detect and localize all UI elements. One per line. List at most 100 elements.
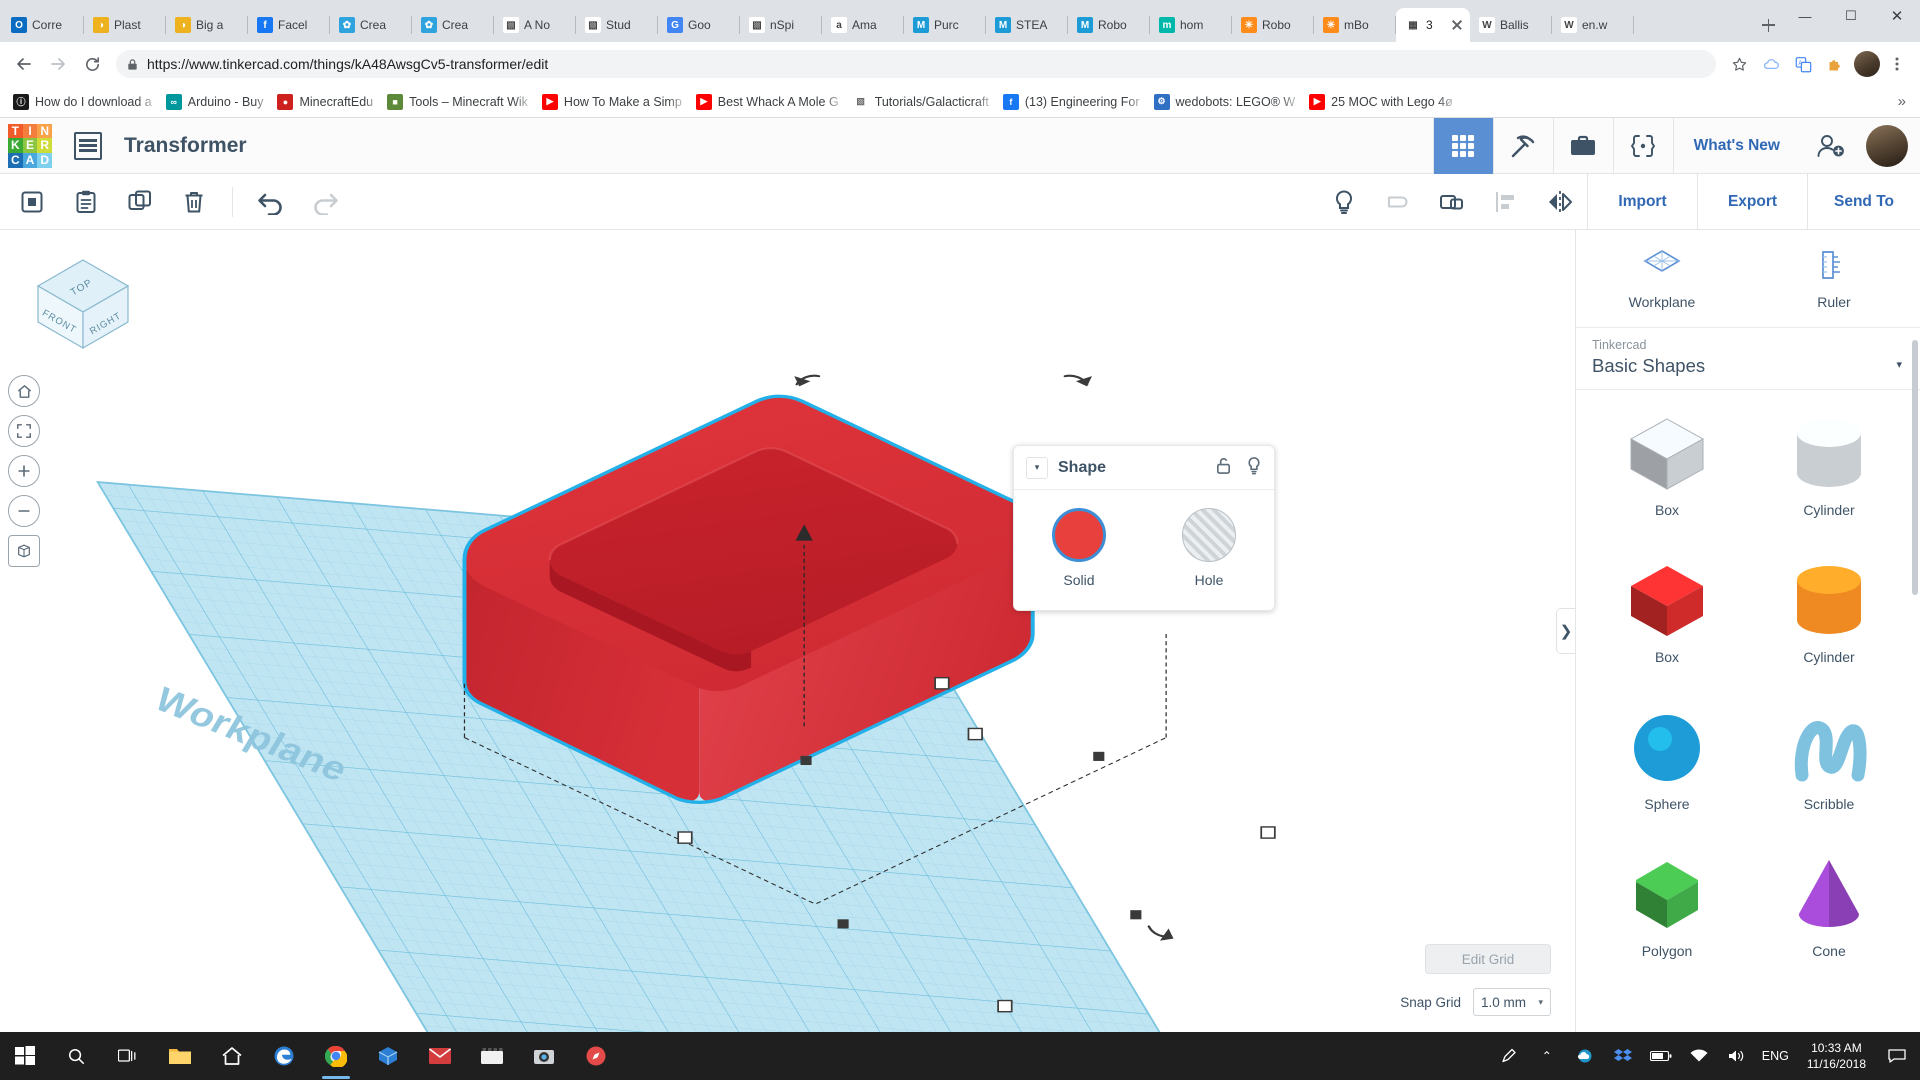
camera-taskbar-item[interactable] — [518, 1032, 570, 1080]
bookmark-item[interactable]: ●MinecraftEdu — [270, 91, 380, 113]
zoom-in-button[interactable] — [8, 455, 40, 487]
mail-taskbar-item[interactable] — [414, 1032, 466, 1080]
browser-tab[interactable]: OCorre — [2, 8, 84, 42]
home-taskbar-item[interactable] — [206, 1032, 258, 1080]
chrome-taskbar-item[interactable] — [310, 1032, 362, 1080]
browser-tab[interactable]: ✿Crea — [412, 8, 494, 42]
delete-button[interactable] — [174, 182, 214, 222]
taskbar-clock[interactable]: 10:33 AM 11/16/2018 — [1801, 1040, 1872, 1072]
codeblocks-icon[interactable] — [1613, 118, 1673, 174]
package-taskbar-item[interactable] — [362, 1032, 414, 1080]
browser-tab[interactable]: ✿Crea — [330, 8, 412, 42]
browser-tab[interactable]: MPurc — [904, 8, 986, 42]
browser-tab[interactable]: ✳Robo — [1232, 8, 1314, 42]
paste-button[interactable] — [66, 182, 106, 222]
browser-tab[interactable]: MSTEA — [986, 8, 1068, 42]
profile-avatar[interactable] — [1854, 51, 1880, 77]
polygon-shape[interactable]: Polygon — [1590, 837, 1744, 980]
forward-button[interactable] — [42, 48, 74, 80]
sidebar-scrollbar[interactable] — [1912, 340, 1918, 595]
bookmarks-overflow-button[interactable]: » — [1890, 93, 1914, 110]
browser-tab[interactable]: MRobo — [1068, 8, 1150, 42]
mirror-button[interactable] — [1540, 182, 1580, 222]
bookmark-item[interactable]: f(13) Engineering For — [996, 91, 1147, 113]
file-explorer-taskbar-item[interactable] — [154, 1032, 206, 1080]
browser-tab[interactable]: ▧A No — [494, 8, 576, 42]
hole-swatch[interactable] — [1182, 508, 1236, 562]
align-button[interactable] — [1486, 182, 1526, 222]
chrome-menu-icon[interactable] — [1882, 48, 1912, 80]
light-bulb-icon[interactable] — [1246, 456, 1262, 480]
sphere-shape[interactable]: Sphere — [1590, 690, 1744, 833]
add-collaborator-button[interactable] — [1800, 118, 1862, 174]
maximize-button[interactable]: ☐ — [1828, 0, 1874, 32]
ruler-tool[interactable]: Ruler — [1748, 230, 1920, 327]
reload-button[interactable] — [76, 48, 108, 80]
minimize-button[interactable]: — — [1782, 0, 1828, 32]
bookmark-item[interactable]: ⓘHow do I download a — [6, 91, 159, 113]
fit-to-view-button[interactable] — [8, 415, 40, 447]
browser-tab[interactable]: WBallis — [1470, 8, 1552, 42]
import-button[interactable]: Import — [1588, 174, 1698, 230]
orthographic-view-button[interactable] — [8, 535, 40, 567]
start-button[interactable] — [0, 1046, 50, 1066]
drawer-toggle-button[interactable]: ❯ — [1556, 608, 1575, 654]
language-indicator[interactable]: ENG — [1762, 1049, 1789, 1063]
browser-tab[interactable]: GGoo — [658, 8, 740, 42]
browser-tab[interactable]: ◑Big a — [166, 8, 248, 42]
browser-tab-active[interactable]: ▦3 — [1396, 8, 1470, 42]
bookmark-item[interactable]: ▶How To Make a Simp — [535, 91, 689, 113]
browser-tab[interactable]: fFacel — [248, 8, 330, 42]
movies-taskbar-item[interactable] — [466, 1032, 518, 1080]
group-button[interactable] — [1378, 182, 1418, 222]
browser-tab[interactable]: Wen.w — [1552, 8, 1634, 42]
volume-icon[interactable] — [1724, 1049, 1750, 1063]
network-icon[interactable] — [1686, 1049, 1712, 1063]
export-button[interactable]: Export — [1698, 174, 1808, 230]
bookmark-item[interactable]: ▧Tutorials/Galacticraft — [846, 91, 996, 113]
box-shape[interactable]: Box — [1590, 543, 1744, 686]
edit-grid-button[interactable]: Edit Grid — [1425, 944, 1551, 974]
bookmark-item[interactable]: ∞Arduino - Buy — [159, 91, 271, 113]
pickaxe-icon[interactable] — [1493, 118, 1553, 174]
ungroup-button[interactable] — [1432, 182, 1472, 222]
solid-option[interactable]: Solid — [1031, 508, 1127, 588]
zoom-out-button[interactable] — [8, 495, 40, 527]
onedrive-icon[interactable] — [1572, 1049, 1598, 1063]
browser-tab[interactable]: ✳mBo — [1314, 8, 1396, 42]
project-menu-icon[interactable] — [74, 132, 102, 160]
edge-taskbar-item[interactable] — [258, 1032, 310, 1080]
library-picker[interactable]: Tinkercad Basic Shapes ▾ — [1576, 328, 1920, 390]
bookmark-item[interactable]: ▶Best Whack A Mole G — [689, 91, 846, 113]
new-tab-button[interactable] — [1754, 11, 1782, 39]
browser-tab[interactable]: aAma — [822, 8, 904, 42]
unlock-icon[interactable] — [1215, 456, 1232, 480]
task-view-button[interactable] — [102, 1032, 154, 1080]
workplane-tool[interactable]: Workplane — [1576, 230, 1748, 327]
dropbox-icon[interactable] — [1610, 1048, 1636, 1064]
search-taskbar-button[interactable] — [50, 1032, 102, 1080]
tab-close-icon[interactable] — [1450, 18, 1464, 32]
scribble-shape[interactable]: Scribble — [1752, 690, 1906, 833]
bookmark-item[interactable]: ▶25 MOC with Lego 4ø — [1302, 91, 1460, 113]
browser-tab[interactable]: ◑Plast — [84, 8, 166, 42]
box-hole-shape[interactable]: Box — [1590, 396, 1744, 539]
browser-tab[interactable]: ▧Stud — [576, 8, 658, 42]
translate-icon[interactable]: A — [1788, 48, 1818, 80]
duplicate-button[interactable] — [120, 182, 160, 222]
battery-icon[interactable] — [1648, 1050, 1674, 1062]
cylinder-hole-shape[interactable]: Cylinder — [1752, 396, 1906, 539]
whats-new-link[interactable]: What's New — [1673, 118, 1800, 174]
view-cube[interactable]: TOP FRONT RIGHT — [28, 252, 138, 362]
home-view-button[interactable] — [8, 375, 40, 407]
chevron-up-icon[interactable]: ⌃ — [1534, 1049, 1560, 1063]
light-bulb-button[interactable] — [1324, 182, 1364, 222]
extension-puzzle-icon[interactable] — [1820, 48, 1850, 80]
tinkercad-logo[interactable]: TINKERCAD — [8, 124, 52, 168]
redo-button[interactable] — [305, 182, 345, 222]
avatar[interactable] — [1866, 125, 1908, 167]
hole-option[interactable]: Hole — [1161, 508, 1257, 588]
close-window-button[interactable]: ✕ — [1874, 0, 1920, 32]
browser-tab[interactable]: mhom — [1150, 8, 1232, 42]
3d-canvas[interactable]: Workplane — [0, 230, 1575, 1032]
